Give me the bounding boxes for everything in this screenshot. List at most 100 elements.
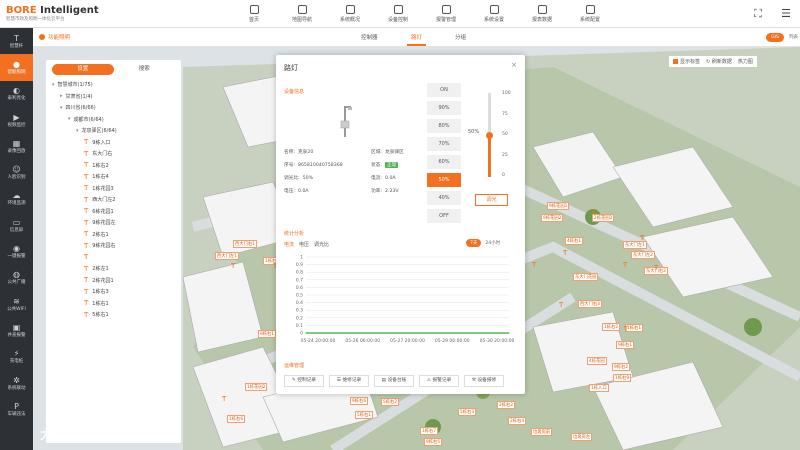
mgmt-button-1[interactable]: ☰ 维修记录 <box>329 375 369 387</box>
map-streetlight-pin[interactable]: Ƭ <box>591 208 595 216</box>
tree-node[interactable]: Ƭ 东大门右 <box>46 148 181 160</box>
tree-node[interactable]: Ƭ 2栋右1 <box>46 229 181 241</box>
map-label[interactable]: 2栋右2 <box>497 401 516 409</box>
map-streetlight-pin[interactable]: Ƭ <box>563 249 567 257</box>
close-icon[interactable]: × <box>511 61 517 69</box>
map-label[interactable]: 9栋花园2 <box>541 214 564 222</box>
tab-group[interactable]: 分组 <box>455 33 466 41</box>
slider-knob[interactable] <box>486 132 493 139</box>
map-label[interactable]: 2栋花园2 <box>592 214 615 222</box>
nav-item-0[interactable]: 首页 <box>230 0 278 27</box>
heatmap-button[interactable]: 热力图 <box>738 58 753 65</box>
map-streetlight-pin[interactable]: Ƭ <box>532 261 536 269</box>
fullscreen-icon[interactable]: ⛶ <box>744 0 772 27</box>
sidebar-item-3[interactable]: ▶ 视频监控 <box>0 107 33 133</box>
gis-toggle[interactable]: GIS <box>766 33 784 42</box>
nav-item-7[interactable]: 系统配置 <box>566 0 614 27</box>
sidebar-item-2[interactable]: ◐ 泰利亮化 <box>0 81 33 107</box>
show-labels-checkbox[interactable]: 显示标签 <box>673 58 700 65</box>
map-label[interactable]: 东大门花园 <box>573 273 599 281</box>
sidebar-item-1[interactable]: ● 智能照明 <box>0 54 33 81</box>
nav-item-2[interactable]: 系统概况 <box>326 0 374 27</box>
map-label[interactable]: 4栋花园 <box>587 357 607 365</box>
nav-item-6[interactable]: 报表数据 <box>518 0 566 27</box>
map-label[interactable]: 垃圾房前 <box>531 428 553 436</box>
map-streetlight-pin[interactable]: Ƭ <box>559 301 563 309</box>
list-toggle[interactable]: 列表 <box>789 33 798 42</box>
tree-node[interactable]: Ƭ 2栋花园1 <box>46 275 181 287</box>
tab-streetlight[interactable]: 路灯 <box>406 33 427 46</box>
map-streetlight-pin[interactable]: Ƭ <box>623 261 627 269</box>
dim-button-2[interactable]: 80% <box>427 119 461 133</box>
map-label[interactable]: 5栋右2 <box>381 398 400 406</box>
tree-node[interactable]: Ƭ 1栋右3 <box>46 286 181 298</box>
tree-node[interactable]: Ƭ 6栋花园1 <box>46 206 181 218</box>
adjust-button[interactable]: 调光 <box>475 194 508 206</box>
map-streetlight-pin[interactable]: Ƭ <box>624 325 628 333</box>
mgmt-button-3[interactable]: ⚠ 报警记录 <box>419 375 459 387</box>
map-label[interactable]: 1栋右6 <box>227 415 246 423</box>
tab-search[interactable]: 搜索 <box>114 64 176 75</box>
sidebar-item-13[interactable]: ✲ 系统联动 <box>0 370 33 396</box>
map-label[interactable]: 1栋右9 <box>613 374 632 382</box>
sidebar-item-9[interactable]: ◍ 公共广播 <box>0 265 33 291</box>
sidebar-item-0[interactable]: T 智慧杆 <box>0 28 33 54</box>
tree-node[interactable]: ▸ 甘肃省(1/4) <box>46 91 181 103</box>
sidebar-item-6[interactable]: ☁ 环境监测 <box>0 186 33 212</box>
mgmt-button-2[interactable]: ▤ 设备台账 <box>374 375 414 387</box>
sidebar-item-7[interactable]: ▭ 信息屏 <box>0 212 33 238</box>
caret-icon[interactable]: ▾ <box>52 82 55 88</box>
map-streetlight-pin[interactable]: Ƭ <box>640 234 644 242</box>
map-label[interactable]: 东大门左1 <box>623 241 647 249</box>
caret-icon[interactable]: ▾ <box>76 128 79 134</box>
tree-node[interactable]: Ƭ 1栋花园3 <box>46 183 181 195</box>
tree-node[interactable]: Ƭ <box>46 252 181 264</box>
tab-current[interactable]: 电流 <box>284 242 294 248</box>
tree-node[interactable]: Ƭ 2栋左1 <box>46 263 181 275</box>
map-label[interactable]: 4栋右1 <box>565 237 584 245</box>
map-label[interactable]: 5栋右3 <box>458 408 477 416</box>
map-label[interactable]: 9栋右1 <box>616 341 635 349</box>
tree-node[interactable]: ▾ 四川省(6/66) <box>46 102 181 114</box>
map-label[interactable]: 2栋右4 <box>508 417 527 425</box>
nav-item-5[interactable]: 系统设置 <box>470 0 518 27</box>
tree-node[interactable]: ▾ 成都市(6/64) <box>46 114 181 126</box>
tab-settings[interactable]: 设置 <box>52 64 114 75</box>
map-streetlight-pin[interactable]: Ƭ <box>654 264 658 272</box>
dim-button-5[interactable]: 50% <box>427 173 461 187</box>
map-streetlight-pin[interactable]: Ƭ <box>231 262 235 270</box>
tree-node[interactable]: Ƭ 9栋花园左 <box>46 217 181 229</box>
sidebar-item-12[interactable]: ⚡ 充电桩 <box>0 344 33 370</box>
dim-button-4[interactable]: 60% <box>427 155 461 169</box>
sidebar-item-10[interactable]: ≋ 公共WIFI <box>0 291 33 317</box>
dimming-slider[interactable] <box>486 93 493 177</box>
refresh-button[interactable]: ↻ 刷新数据 <box>706 58 732 65</box>
menu-icon[interactable]: ☰ <box>772 0 800 27</box>
sidebar-item-8[interactable]: ◉ 一键报警 <box>0 238 33 264</box>
map-label[interactable]: 1栋右7 <box>420 427 439 435</box>
map-streetlight-pin[interactable]: Ƭ <box>222 395 226 403</box>
tree-node[interactable]: Ƭ 西大门左2 <box>46 194 181 206</box>
caret-icon[interactable]: ▸ <box>60 93 63 99</box>
dim-button-6[interactable]: 40% <box>427 191 461 205</box>
sidebar-item-11[interactable]: ▣ 井盖报警 <box>0 317 33 343</box>
tab-controller[interactable]: 控制器 <box>361 33 378 41</box>
map-label[interactable]: 9栋右6 <box>350 397 369 405</box>
map-label[interactable]: 1栋右2 <box>602 323 621 331</box>
map-label[interactable]: 5栋右1 <box>355 411 374 419</box>
sidebar-item-5[interactable]: ☺ 人脸识别 <box>0 159 33 185</box>
tree-node[interactable]: Ƭ 9栋花园右 <box>46 240 181 252</box>
map-label[interactable]: 西大门右3 <box>578 300 602 308</box>
tree-node[interactable]: ▾ 龙泉驿区(6/64) <box>46 125 181 137</box>
sidebar-item-14[interactable]: P 车辆违法 <box>0 396 33 422</box>
tree-node[interactable]: Ƭ 5栋右1 <box>46 309 181 321</box>
dim-button-7[interactable]: OFF <box>427 209 461 223</box>
sidebar-item-4[interactable]: ▦ 录像回放 <box>0 133 33 159</box>
dim-button-0[interactable]: ON <box>427 83 461 97</box>
tree-node[interactable]: Ƭ 1栋右1 <box>46 298 181 310</box>
tab-dim-ratio[interactable]: 调光比 <box>314 242 329 248</box>
nav-item-1[interactable]: 地图导航 <box>278 0 326 27</box>
map-label[interactable]: 9栋右2 <box>612 363 631 371</box>
map-label[interactable]: 西大门右1 <box>233 240 257 248</box>
tree-node[interactable]: Ƭ 1栋右2 <box>46 160 181 172</box>
